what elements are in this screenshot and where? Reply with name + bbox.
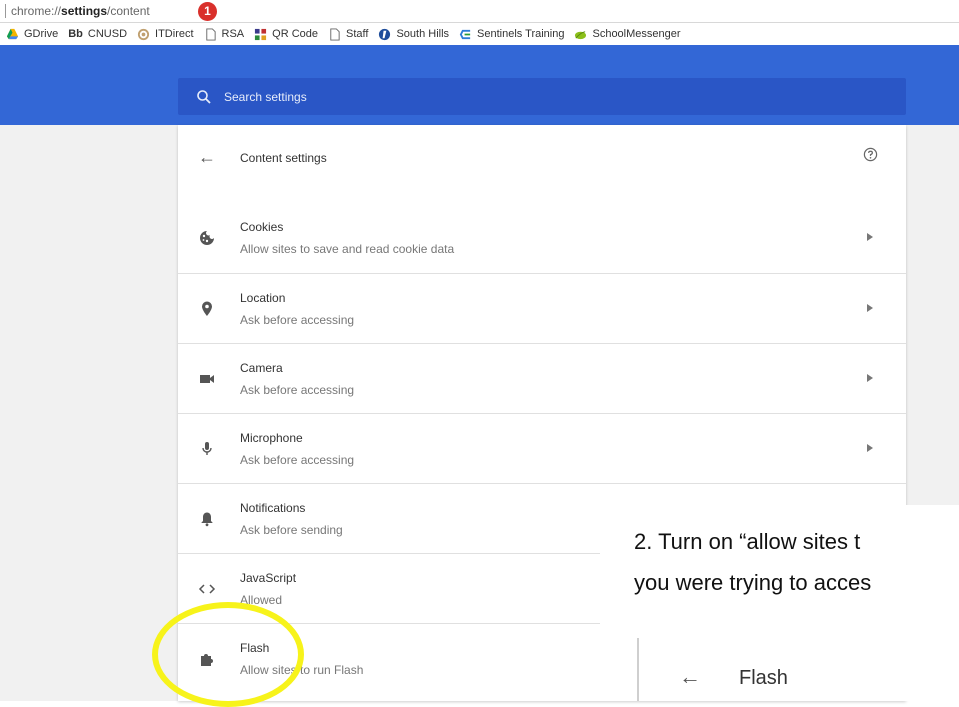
location-icon bbox=[202, 301, 212, 316]
setting-title: JavaScript bbox=[240, 571, 297, 585]
setting-row-camera[interactable]: Camera Ask before accessing bbox=[178, 343, 906, 414]
instruction-line-2: you were trying to acces bbox=[634, 570, 872, 595]
setting-row-location[interactable]: Location Ask before accessing bbox=[178, 273, 906, 344]
url-text[interactable]: chrome://settings/content bbox=[11, 4, 150, 18]
gdrive-icon bbox=[6, 28, 19, 39]
setting-title: Location bbox=[240, 291, 286, 305]
bell-icon bbox=[201, 512, 213, 527]
bookmark-itdirect[interactable]: ITDirect bbox=[137, 28, 194, 41]
setting-title: Cookies bbox=[240, 220, 284, 234]
search-input[interactable]: Search settings bbox=[224, 90, 307, 104]
instruction-overlay: 2. Turn on “allow sites t you were tryin… bbox=[600, 505, 959, 701]
chevron-right-icon bbox=[867, 233, 873, 241]
setting-row-microphone[interactable]: Microphone Ask before accessing bbox=[178, 413, 906, 484]
bookmark-south-hills[interactable]: South Hills bbox=[378, 28, 449, 41]
step-badge: 1 bbox=[198, 2, 217, 21]
bookmark-qr-code[interactable]: QR Code bbox=[254, 28, 318, 41]
cookie-icon bbox=[200, 231, 214, 245]
help-icon[interactable] bbox=[863, 147, 878, 162]
bookmark-label: Staff bbox=[346, 28, 369, 40]
address-bar-divider bbox=[5, 4, 6, 18]
page-title: Content settings bbox=[240, 151, 327, 165]
setting-title: Notifications bbox=[240, 501, 306, 515]
instruction-line-1: 2. Turn on “allow sites t bbox=[634, 529, 861, 554]
bookmark-label: Sentinels Training bbox=[477, 28, 565, 40]
bookmark-gdrive[interactable]: GDrive bbox=[6, 28, 58, 41]
code-icon bbox=[198, 584, 216, 594]
search-box[interactable]: Search settings bbox=[178, 78, 906, 115]
bookmark-schoolmessenger[interactable]: SchoolMessenger bbox=[574, 28, 681, 41]
address-bar[interactable]: chrome://settings/content 1 bbox=[0, 0, 959, 23]
chevron-right-icon bbox=[867, 374, 873, 382]
bookmark-staff[interactable]: Staff bbox=[328, 27, 369, 41]
bookmark-label: SchoolMessenger bbox=[592, 28, 681, 40]
southhills-icon bbox=[379, 28, 391, 40]
camera-icon bbox=[200, 375, 214, 383]
search-icon bbox=[197, 89, 211, 104]
bookmark-rsa[interactable]: RSA bbox=[204, 27, 245, 41]
bookmark-sentinels-training[interactable]: Sentinels Training bbox=[459, 28, 564, 41]
setting-title: Camera bbox=[240, 361, 283, 375]
qr-icon bbox=[255, 28, 267, 40]
chevron-right-icon bbox=[867, 304, 873, 312]
chevron-right-icon bbox=[867, 444, 873, 452]
setting-subtitle: Ask before accessing bbox=[240, 313, 355, 327]
card-header: ← Content settings bbox=[178, 125, 906, 191]
bookmark-label: South Hills bbox=[396, 28, 450, 40]
page-icon bbox=[330, 27, 340, 41]
bookmark-label: ITDirect bbox=[155, 28, 194, 40]
back-arrow-icon: ← bbox=[679, 664, 701, 689]
highlight-circle bbox=[152, 602, 304, 707]
setting-subtitle: Ask before accessing bbox=[240, 383, 355, 397]
bookmark-label: GDrive bbox=[24, 28, 59, 40]
bookmark-label: CNUSD bbox=[87, 28, 128, 40]
setting-subtitle: Ask before sending bbox=[240, 523, 343, 537]
microphone-icon bbox=[202, 442, 212, 455]
bookmark-cnusd[interactable]: Bb CNUSD bbox=[68, 28, 127, 40]
itdirect-icon bbox=[137, 28, 150, 40]
back-arrow-icon[interactable]: ← bbox=[198, 147, 216, 168]
setting-row-cookies[interactable]: Cookies Allow sites to save and read coo… bbox=[178, 203, 906, 273]
flash-panel-title: Flash bbox=[739, 667, 788, 689]
blackboard-icon: Bb bbox=[68, 28, 83, 40]
leaf-icon bbox=[575, 30, 587, 39]
bookmarks-bar: GDrive Bb CNUSD ITDirect RSA QR Code Sta… bbox=[0, 23, 959, 45]
sentinels-icon bbox=[459, 29, 471, 39]
setting-title: Microphone bbox=[240, 431, 303, 445]
page-icon bbox=[205, 27, 216, 41]
bookmark-label: QR Code bbox=[272, 28, 319, 40]
bookmark-label: RSA bbox=[221, 28, 245, 40]
setting-subtitle: Ask before accessing bbox=[240, 453, 355, 467]
setting-subtitle: Allow sites to save and read cookie data bbox=[240, 242, 455, 256]
flash-panel-preview: ← Flash bbox=[637, 638, 959, 701]
